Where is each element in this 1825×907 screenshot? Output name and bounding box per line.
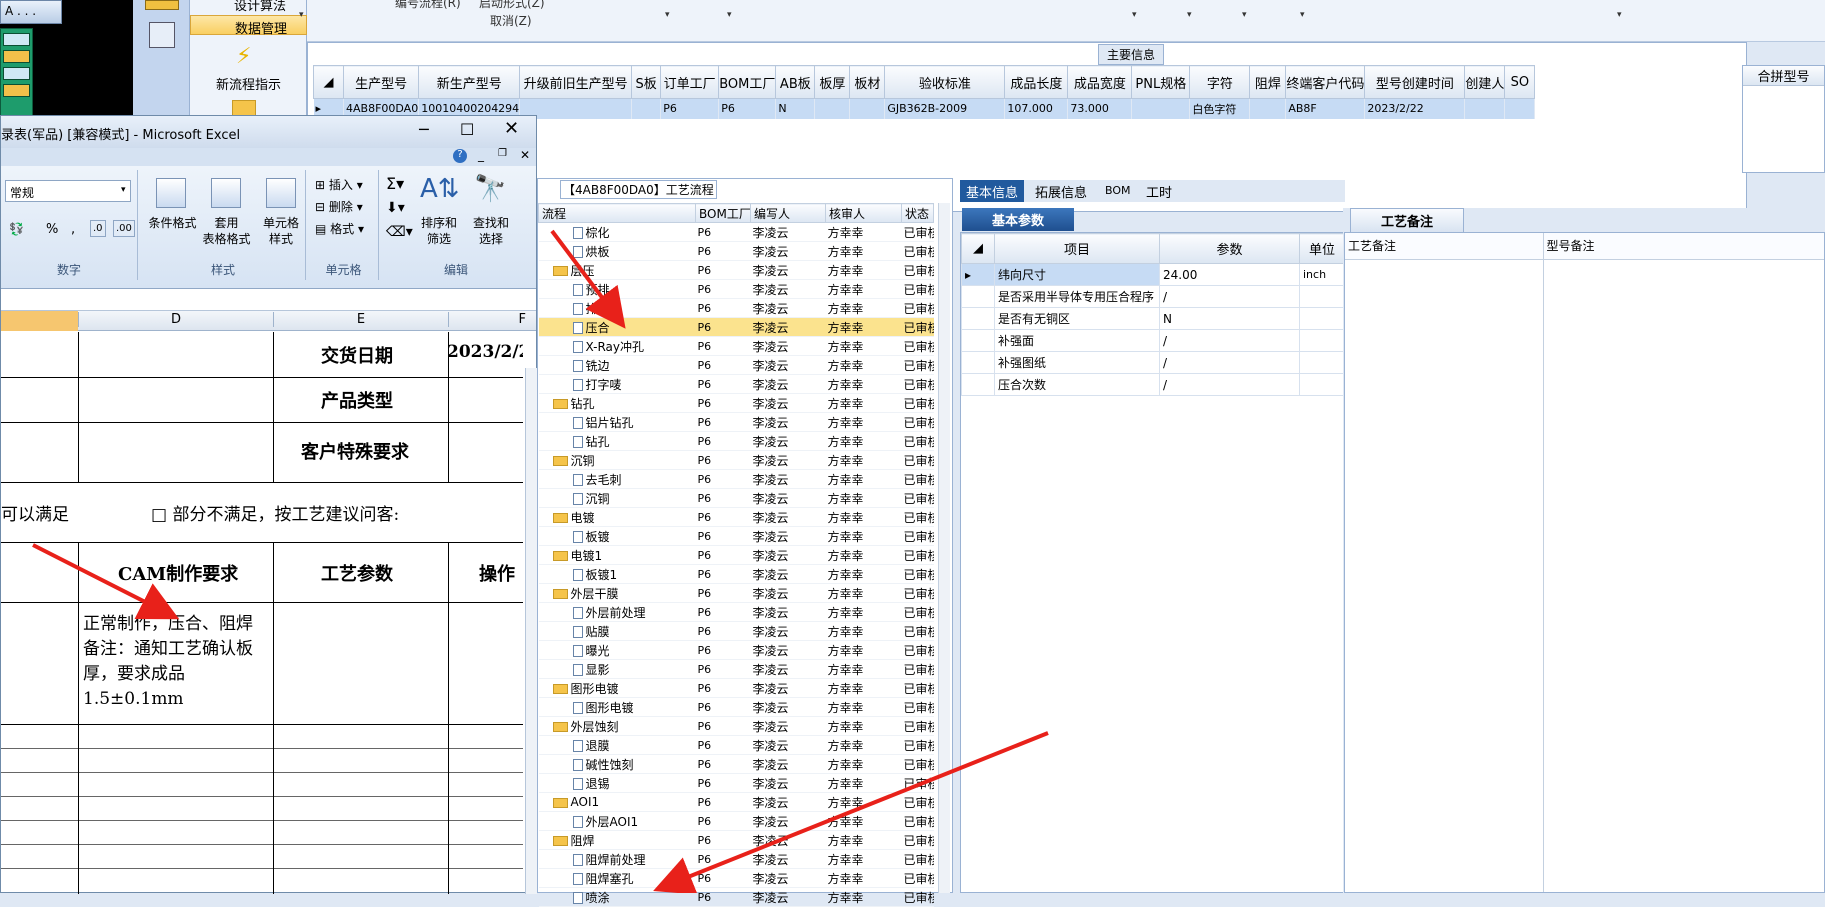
doc-icon (572, 892, 583, 904)
arrow-to-spray (653, 731, 1049, 893)
annotation-arrows (32, 229, 1049, 893)
arrow-to-cam-note (32, 543, 180, 620)
arrow-to-press (550, 229, 626, 329)
